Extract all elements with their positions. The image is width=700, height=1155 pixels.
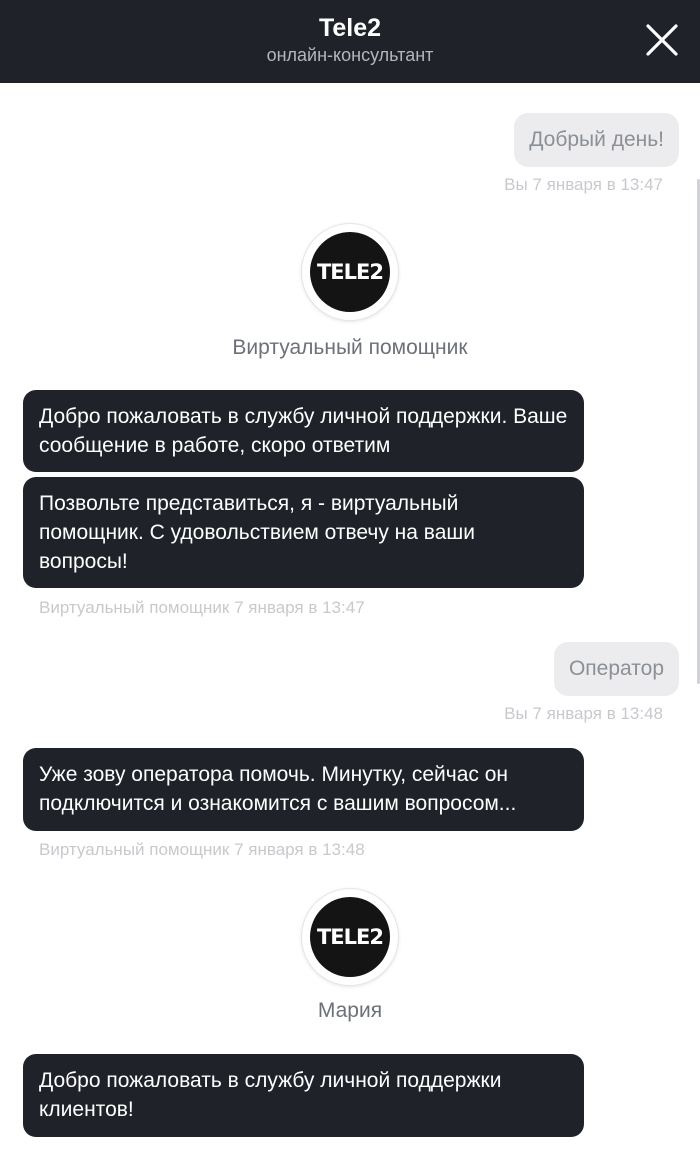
avatar: TELE2 bbox=[302, 889, 398, 985]
chat-header: Tele2 онлайн-консультант bbox=[0, 0, 700, 83]
tele2-logo: TELE2 bbox=[310, 232, 390, 312]
agent-name: Виртуальный помощник bbox=[232, 336, 468, 359]
message-text: Оператор bbox=[568, 657, 664, 680]
user-message: Оператор bbox=[553, 642, 679, 696]
bot-message: Добро пожаловать в службу личной поддерж… bbox=[23, 390, 584, 472]
chat-log[interactable]: Добрый день! Вы 7 января в 13:47 TELE2 В… bbox=[0, 83, 700, 1155]
close-icon bbox=[646, 24, 678, 56]
avatar: TELE2 bbox=[302, 224, 398, 320]
header-title: Tele2 bbox=[318, 14, 382, 42]
message-meta: Вы 7 января в 13:47 bbox=[504, 175, 663, 194]
message-text: Добро пожаловать в службу личной поддерж… bbox=[39, 405, 568, 457]
bot-message: Уже зову оператора помочь. Минутку, сейч… bbox=[23, 748, 584, 831]
agent-name: Мария bbox=[317, 999, 383, 1022]
close-button[interactable] bbox=[644, 22, 680, 58]
message-text: Уже зову оператора помочь. Минутку, сейч… bbox=[39, 763, 517, 815]
header-subtitle: онлайн-консультант bbox=[266, 45, 434, 65]
bot-message: Позвольте представиться, я - виртуальный… bbox=[23, 477, 584, 588]
message-meta: Виртуальный помощник 7 января в 13:47 bbox=[39, 598, 365, 617]
message-text: Позвольте представиться, я - виртуальный… bbox=[39, 492, 475, 573]
message-text: Добрый день! bbox=[529, 128, 664, 151]
message-meta: Вы 7 января в 13:48 bbox=[504, 704, 663, 723]
message-text: Добро пожаловать в службу личной поддерж… bbox=[39, 1069, 502, 1121]
user-message: Добрый день! bbox=[514, 113, 679, 167]
message-meta: Виртуальный помощник 7 января в 13:48 bbox=[39, 840, 365, 859]
bot-message: Добро пожаловать в службу личной поддерж… bbox=[23, 1054, 584, 1137]
tele2-logo: TELE2 bbox=[310, 897, 390, 977]
